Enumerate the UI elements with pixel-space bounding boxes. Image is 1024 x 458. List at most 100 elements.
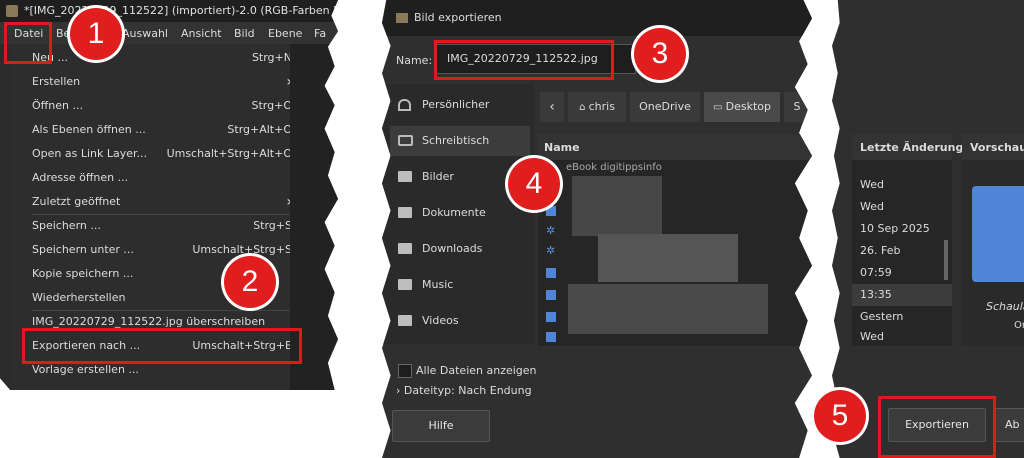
step-badge-1: 1 [70, 8, 122, 60]
highlight-filename [434, 40, 614, 80]
menu-farben[interactable]: Fa [314, 27, 326, 40]
gimp-app-icon [396, 13, 408, 23]
gimp-window-title: *[IMG_20220729_112522] (importiert)-2.0 … [24, 4, 362, 17]
filetype-label: Dateityp: Nach Endung [403, 384, 532, 397]
menu-item-label: Erstellen [32, 75, 81, 88]
date-cell: Wed [860, 178, 884, 191]
menu-item-label: IMG_20220729_112522.jpg überschreiben [32, 315, 266, 328]
date-cell: Wed [860, 330, 884, 343]
folder-icon [398, 171, 412, 182]
folder-outline-icon [398, 135, 413, 146]
chevron-left-icon: ‹ [549, 99, 555, 115]
menu-item-label: Öffnen ... [32, 99, 83, 112]
place-music[interactable]: Music [390, 270, 530, 300]
place-videos[interactable]: Videos [390, 306, 530, 336]
gear-icon: ✲ [546, 224, 556, 237]
menu-item-oeffnen[interactable]: Öffnen ... Strg+O [32, 94, 292, 118]
menu-item-shortcut: Umschalt+Strg+Alt+O [166, 147, 292, 160]
place-downloads[interactable]: Downloads [390, 234, 530, 264]
highlight-datei-menu [4, 22, 52, 64]
modified-column: Letzte Änderung Wed Wed 10 Sep 2025 26. … [852, 134, 963, 346]
file-row-first[interactable]: eBook digitippsinfo [566, 162, 662, 173]
step-badge-3: 3 [634, 28, 686, 80]
menu-bild[interactable]: Bild [234, 27, 255, 40]
menu-item-label: Speichern ... [32, 219, 101, 232]
date-cell: 26. Feb [860, 244, 901, 257]
menu-item-label: Vorlage erstellen ... [32, 363, 139, 376]
menu-item-zuletzt-geoeffnet[interactable]: Zuletzt geöffnet› [32, 190, 292, 214]
image-file-icon [546, 332, 556, 342]
crumb-label: S [793, 100, 801, 113]
menu-item-als-ebenen-oeffnen[interactable]: Als Ebenen öffnen ... Strg+Alt+O [32, 118, 292, 142]
highlight-exportieren-nach [22, 328, 302, 364]
menu-item-shortcut: Strg+S [253, 219, 292, 232]
filetype-expander[interactable]: › Dateityp: Nach Endung [396, 384, 532, 397]
menu-item-adresse-oeffnen[interactable]: Adresse öffnen ... [32, 166, 292, 190]
crumb-desktop[interactable]: ▭ Desktop [704, 92, 780, 122]
crumb-more[interactable]: S [784, 92, 810, 122]
folder-icon [546, 206, 556, 216]
dialog-title-bar: Bild exportieren [382, 0, 812, 36]
place-label: Videos [422, 314, 459, 327]
menu-item-shortcut: Strg+Alt+O [227, 123, 292, 136]
menu-item-open-as-link-layer[interactable]: Open as Link Layer... Umschalt+Strg+Alt+O [32, 142, 292, 166]
menu-item-label: Open as Link Layer... [32, 147, 148, 160]
folder-icon [398, 243, 412, 254]
step-badge-2: 2 [224, 256, 276, 308]
cancel-button[interactable]: Ab [994, 408, 1024, 442]
date-cell: 10 Sep 2025 [860, 222, 930, 235]
name-label: Name: [396, 54, 433, 67]
folder-icon [546, 290, 556, 300]
back-button[interactable]: ‹ [540, 92, 564, 122]
image-file-icon [546, 268, 556, 278]
crumb-label: Desktop [725, 100, 771, 113]
gear-icon: ✲ [546, 244, 556, 257]
place-label: Downloads [422, 242, 483, 255]
menu-item-label: Zuletzt geöffnet [32, 195, 121, 208]
place-label: Dokumente [422, 206, 486, 219]
menu-item-label: Kopie speichern ... [32, 267, 134, 280]
menu-auswahl[interactable]: Auswahl [122, 27, 168, 40]
places-sidebar: Persönlicher Ordner Schreibtisch Bilder … [382, 84, 534, 344]
scrollbar-thumb[interactable] [944, 240, 948, 280]
crumb-label: OneDrive [639, 100, 691, 113]
place-dokumente[interactable]: Dokumente [390, 198, 530, 228]
menu-item-neu[interactable]: Neu ... Strg+N [32, 46, 292, 70]
blurred-file-names [598, 234, 738, 282]
place-label: Schreibtisch [422, 134, 490, 147]
file-list: Name eBook digitippsinfo ✲ ✲ [538, 134, 812, 346]
date-cell: Wed [860, 200, 884, 213]
crumb-label: chris [588, 100, 615, 113]
show-all-label: Alle Dateien anzeigen [416, 364, 537, 377]
step-badge-5: 5 [814, 390, 866, 442]
gimp-title-bar: *[IMG_20220729_112522] (importiert)-2.0 … [0, 0, 338, 22]
column-name[interactable]: Name [544, 141, 580, 154]
menu-item-label: Speichern unter ... [32, 243, 134, 256]
column-letzte-aenderung[interactable]: Letzte Änderung [860, 141, 963, 154]
menu-item-speichern[interactable]: Speichern ... Strg+S [32, 214, 292, 238]
help-button[interactable]: Hilfe [392, 410, 490, 442]
chevron-right-icon: › [396, 384, 404, 397]
menu-item-label: Als Ebenen öffnen ... [32, 123, 146, 136]
date-cell-selected: 13:35 [852, 284, 952, 306]
home-icon [398, 99, 411, 111]
folder-icon [398, 315, 412, 326]
home-icon: ⌂ [579, 102, 589, 113]
menu-ebene[interactable]: Ebene [268, 27, 302, 40]
place-persoenlicher-ordner[interactable]: Persönlicher Ordner [390, 90, 530, 141]
folder-outline-icon: ▭ [712, 102, 726, 113]
menu-item-erstellen[interactable]: Erstellen› [32, 70, 292, 94]
folder-preview-icon [972, 186, 1024, 282]
menu-ansicht[interactable]: Ansicht [181, 27, 222, 40]
dialog-title: Bild exportieren [414, 11, 502, 24]
place-schreibtisch[interactable]: Schreibtisch [390, 126, 530, 156]
show-all-checkbox[interactable] [398, 364, 412, 378]
crumb-onedrive[interactable]: OneDrive [630, 92, 700, 122]
image-file-icon [546, 312, 556, 322]
folder-icon [398, 207, 412, 218]
highlight-export-button [878, 396, 996, 458]
preview-pane: Vorschau Schaula Or [962, 134, 1024, 346]
step-badge-4: 4 [508, 158, 560, 210]
crumb-chris[interactable]: ⌂ chris [568, 92, 626, 122]
folder-icon [398, 279, 412, 290]
